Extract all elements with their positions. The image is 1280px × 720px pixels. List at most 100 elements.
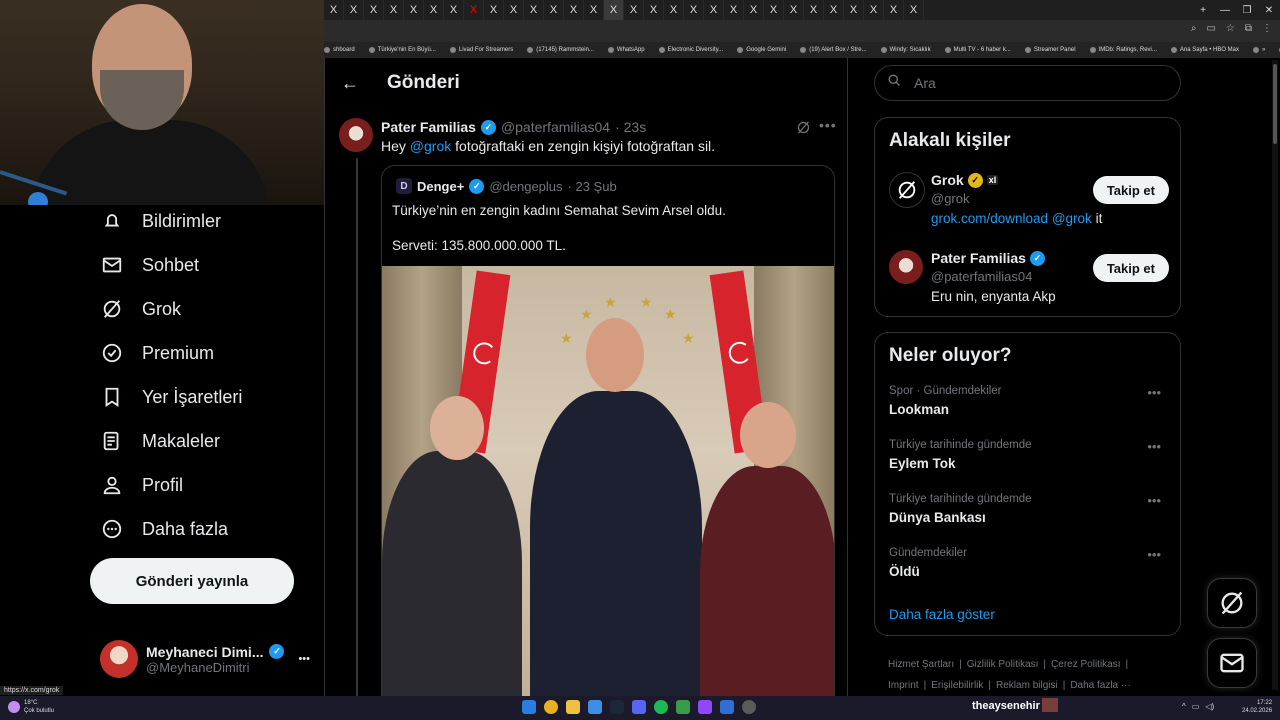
spotify-icon[interactable]: [654, 700, 668, 714]
more-options-icon[interactable]: •••: [1147, 547, 1161, 562]
nav-item-articles[interactable]: Makaleler: [100, 426, 220, 456]
messages-fab-button[interactable]: [1207, 638, 1257, 688]
author-name[interactable]: Pater Familias: [381, 119, 476, 135]
bookmark-item[interactable]: Streamer Panel: [1024, 47, 1076, 53]
app-icon[interactable]: [588, 700, 602, 714]
footer-link[interactable]: Gizlilik Politikası: [967, 659, 1039, 670]
bookmark-item[interactable]: (17145) Rammstein...: [527, 47, 594, 53]
browser-tab[interactable]: X: [744, 0, 764, 20]
chrome-icon[interactable]: [544, 700, 558, 714]
browser-tab[interactable]: X: [484, 0, 504, 20]
chevron-up-icon[interactable]: ^: [1182, 702, 1186, 711]
browser-tab[interactable]: X: [384, 0, 404, 20]
footer-link[interactable]: Reklam bilgisi: [996, 680, 1058, 691]
browser-tab[interactable]: X: [784, 0, 804, 20]
discord-icon[interactable]: [632, 700, 646, 714]
follow-button[interactable]: Takip et: [1092, 176, 1169, 204]
steam-icon[interactable]: [610, 700, 624, 714]
footer-link[interactable]: Erişilebilirlik: [931, 680, 983, 691]
post-button[interactable]: Gönderi yayınla: [90, 558, 294, 604]
nav-item-profile[interactable]: Profil: [100, 470, 183, 500]
nav-item-more[interactable]: Daha fazla: [100, 514, 228, 544]
nav-item-premium[interactable]: Premium: [100, 338, 214, 368]
footer-link[interactable]: Daha fazla ···: [1070, 680, 1131, 691]
follow-button[interactable]: Takip et: [1092, 254, 1169, 282]
more-options-icon[interactable]: •••: [1147, 439, 1161, 454]
browser-tab[interactable]: X: [364, 0, 384, 20]
bookmark-item[interactable]: Ana Sayfa • HBO Max: [1170, 47, 1239, 53]
show-more-link[interactable]: Daha fazla göster: [889, 607, 995, 622]
browser-tab[interactable]: X: [324, 0, 344, 20]
browser-tab[interactable]: X: [664, 0, 684, 20]
footer-link[interactable]: Çerez Politikası: [1051, 659, 1120, 670]
browser-tab[interactable]: X: [344, 0, 364, 20]
browser-tab[interactable]: X: [444, 0, 464, 20]
bookmark-item[interactable]: shboard: [324, 47, 355, 53]
more-options-icon[interactable]: •••: [1147, 385, 1161, 400]
browser-tab[interactable]: X: [864, 0, 884, 20]
browser-tab[interactable]: X: [704, 0, 724, 20]
author-handle[interactable]: @paterfamilias04: [501, 119, 610, 135]
bookmark-item[interactable]: Electronic Diversity...: [658, 47, 723, 53]
bookmark-item[interactable]: Livad For Streamers: [449, 47, 513, 53]
tweet-time[interactable]: · 23s: [615, 119, 646, 135]
grok-icon[interactable]: [795, 119, 811, 135]
browser-tab[interactable]: X: [424, 0, 444, 20]
browser-tab[interactable]: X: [504, 0, 524, 20]
menu-icon[interactable]: ⋮: [1262, 23, 1272, 34]
back-arrow-icon[interactable]: ←: [339, 72, 361, 94]
search-box[interactable]: [874, 65, 1181, 101]
footer-link[interactable]: Hizmet Şartları: [888, 659, 954, 670]
browser-tab[interactable]: X: [804, 0, 824, 20]
bookmark-item[interactable]: Windy: Sıcaklık: [880, 47, 931, 53]
bookmark-item[interactable]: Google Gemini: [737, 47, 786, 53]
maximize-button[interactable]: ❐: [1236, 0, 1258, 20]
star-icon[interactable]: ☆: [1226, 23, 1235, 34]
related-person[interactable]: Grok ✓ xI @grok grok.com/download @grok …: [889, 172, 1169, 228]
network-icon[interactable]: ▭: [1192, 702, 1200, 711]
bookmark-item[interactable]: Multi TV - 6 haber k...: [944, 47, 1011, 53]
clock[interactable]: 17:22 24.02.2026: [1242, 699, 1272, 715]
browser-tab[interactable]: X: [584, 0, 604, 20]
quoted-tweet[interactable]: D Denge+ ✓ @dengeplus · 23 Şub Türkiye’n…: [381, 165, 835, 696]
app-icon[interactable]: [676, 700, 690, 714]
folder-icon[interactable]: [566, 700, 580, 714]
nav-item-notifications[interactable]: Bildirimler: [100, 206, 221, 236]
browser-tab[interactable]: X: [404, 0, 424, 20]
search-input[interactable]: [912, 74, 1156, 92]
more-options-icon[interactable]: •••: [1147, 493, 1161, 508]
browser-tab[interactable]: X: [624, 0, 644, 20]
browser-tab[interactable]: X: [764, 0, 784, 20]
bookmark-item[interactable]: IMDb: Ratings, Revi...: [1089, 47, 1157, 53]
account-more-icon[interactable]: •••: [298, 653, 310, 665]
browser-tab[interactable]: X: [684, 0, 704, 20]
browser-tab[interactable]: X: [904, 0, 924, 20]
tweet-photo[interactable]: ★ ★ ★ ★ ★ ★: [382, 266, 834, 696]
browser-tab[interactable]: X: [564, 0, 584, 20]
bio-link[interactable]: grok.com/download: [931, 211, 1048, 226]
bookmark-item[interactable]: WhatsApp: [607, 47, 645, 53]
bio-mention[interactable]: @grok: [1052, 211, 1092, 226]
start-icon[interactable]: [522, 700, 536, 714]
avatar[interactable]: [339, 118, 373, 152]
weather-widget[interactable]: 18°C Çok bulutlu: [8, 699, 54, 715]
browser-tab[interactable]: X: [464, 0, 484, 20]
nav-item-bookmarks[interactable]: Yer İşaretleri: [100, 382, 242, 412]
grok-fab-button[interactable]: [1207, 578, 1257, 628]
account-switcher[interactable]: Meyhaneci Dimi... ✓ @MeyhaneDimitri •••: [100, 636, 310, 682]
scrollbar-thumb[interactable]: [1273, 64, 1277, 144]
nav-item-chat[interactable]: Sohbet: [100, 250, 199, 280]
cast-icon[interactable]: ▭: [1206, 23, 1215, 34]
close-window-button[interactable]: ✕: [1258, 0, 1280, 20]
trend-item[interactable]: Gündemdekiler Öldü •••: [889, 547, 1169, 587]
volume-icon[interactable]: ◁): [1205, 702, 1214, 711]
browser-tab[interactable]: X: [884, 0, 904, 20]
app-icon[interactable]: [720, 700, 734, 714]
browser-tab[interactable]: X: [824, 0, 844, 20]
trend-item[interactable]: Spor · Gündemdekiler Lookman •••: [889, 385, 1169, 425]
trend-item[interactable]: Türkiye tarihinde gündemde Eylem Tok •••: [889, 439, 1169, 479]
browser-tab[interactable]: X: [724, 0, 744, 20]
related-person[interactable]: Pater Familias ✓ @paterfamilias04 Eru ni…: [889, 250, 1169, 306]
footer-link[interactable]: Imprint: [888, 680, 919, 691]
minimize-button[interactable]: —: [1214, 0, 1236, 20]
